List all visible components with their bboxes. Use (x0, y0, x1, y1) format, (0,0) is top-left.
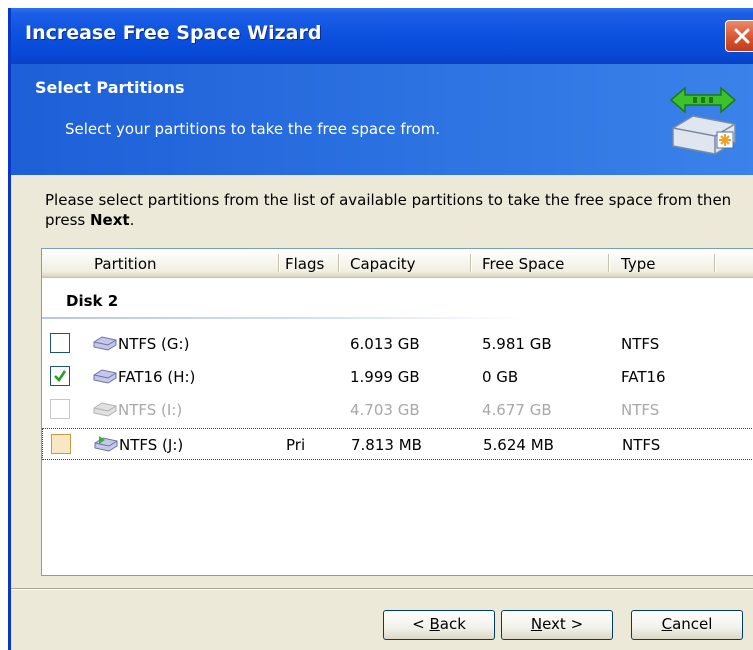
title-bar[interactable]: Increase Free Space Wizard (11, 8, 753, 64)
col-partition[interactable]: Partition (94, 255, 157, 273)
instructions-period: . (129, 211, 135, 229)
column-divider[interactable] (608, 254, 610, 272)
wizard-window: Increase Free Space Wizard Select Partit… (8, 8, 753, 650)
cancel-button-accel: C (661, 615, 673, 633)
instructions-text: Please select partitions from the list o… (45, 190, 745, 230)
column-divider[interactable] (338, 254, 340, 272)
next-button-accel: N (530, 615, 543, 633)
page-subtitle: Select your partitions to take the free … (65, 120, 441, 138)
partition-checkbox[interactable] (51, 434, 71, 454)
partition-checkbox[interactable] (50, 333, 70, 353)
drive-icon (94, 436, 118, 452)
partition-row-h[interactable]: FAT16 (H:) 1.999 GB 0 GB FAT16 (42, 361, 753, 393)
back-button-rest: ack (439, 615, 466, 633)
partition-checkbox (50, 399, 70, 419)
partition-capacity: 7.813 MB (351, 436, 422, 454)
partition-type: FAT16 (621, 368, 666, 386)
partition-name: FAT16 (H:) (118, 368, 196, 386)
page-title: Select Partitions (35, 78, 185, 97)
partition-free-space: 4.677 GB (482, 401, 552, 419)
partition-type: NTFS (621, 335, 660, 353)
group-disk-2: Disk 2 (66, 292, 119, 310)
drive-icon (93, 336, 117, 351)
partition-row-i: NTFS (I:) 4.703 GB 4.677 GB NTFS (42, 394, 753, 426)
cancel-button[interactable]: Cancel (631, 610, 743, 640)
close-icon (734, 28, 750, 44)
back-button-prefix: < (412, 615, 430, 633)
partition-name: NTFS (J:) (119, 436, 184, 454)
partition-type: NTFS (622, 436, 661, 454)
partition-name: NTFS (G:) (118, 335, 190, 353)
instructions-text-main: Please select partitions from the list o… (45, 191, 732, 229)
col-free-space[interactable]: Free Space (482, 255, 564, 273)
partition-list[interactable]: Partition Flags Capacity Free Space Type… (41, 248, 753, 576)
next-button[interactable]: Next > (501, 610, 613, 640)
back-button[interactable]: < Back (383, 610, 495, 640)
partition-capacity: 1.999 GB (350, 368, 420, 386)
drive-icon (93, 402, 117, 417)
instructions-next-word: Next (90, 211, 130, 229)
checkmark-icon (54, 370, 67, 383)
disk-transfer-icon (669, 86, 737, 155)
partition-flags: Pri (286, 436, 306, 454)
close-button[interactable] (725, 20, 753, 52)
partition-capacity: 4.703 GB (350, 401, 420, 419)
partition-type: NTFS (621, 401, 660, 419)
column-header: Partition Flags Capacity Free Space Type (42, 249, 753, 278)
next-button-rest: ext > (542, 615, 584, 633)
group-divider (42, 317, 522, 319)
drive-icon (93, 369, 117, 384)
partition-checkbox[interactable] (50, 366, 70, 386)
column-divider[interactable] (278, 254, 280, 272)
back-button-accel: B (429, 615, 440, 633)
col-type[interactable]: Type (621, 255, 655, 273)
partition-row-j[interactable]: NTFS (J:) Pri 7.813 MB 5.624 MB NTFS (42, 428, 753, 460)
col-capacity[interactable]: Capacity (350, 255, 416, 273)
wizard-header: Select Partitions Select your partitions… (11, 64, 753, 175)
partition-free-space: 5.624 MB (483, 436, 554, 454)
partition-capacity: 6.013 GB (350, 335, 420, 353)
window-title: Increase Free Space Wizard (25, 22, 322, 44)
footer-divider (11, 588, 753, 590)
col-flags[interactable]: Flags (285, 255, 324, 273)
partition-free-space: 5.981 GB (482, 335, 552, 353)
column-divider[interactable] (714, 254, 716, 272)
column-divider[interactable] (470, 254, 472, 272)
partition-name: NTFS (I:) (118, 401, 183, 419)
partition-row-g[interactable]: NTFS (G:) 6.013 GB 5.981 GB NTFS (42, 328, 753, 360)
cancel-button-rest: ancel (672, 615, 713, 633)
partition-free-space: 0 GB (482, 368, 519, 386)
